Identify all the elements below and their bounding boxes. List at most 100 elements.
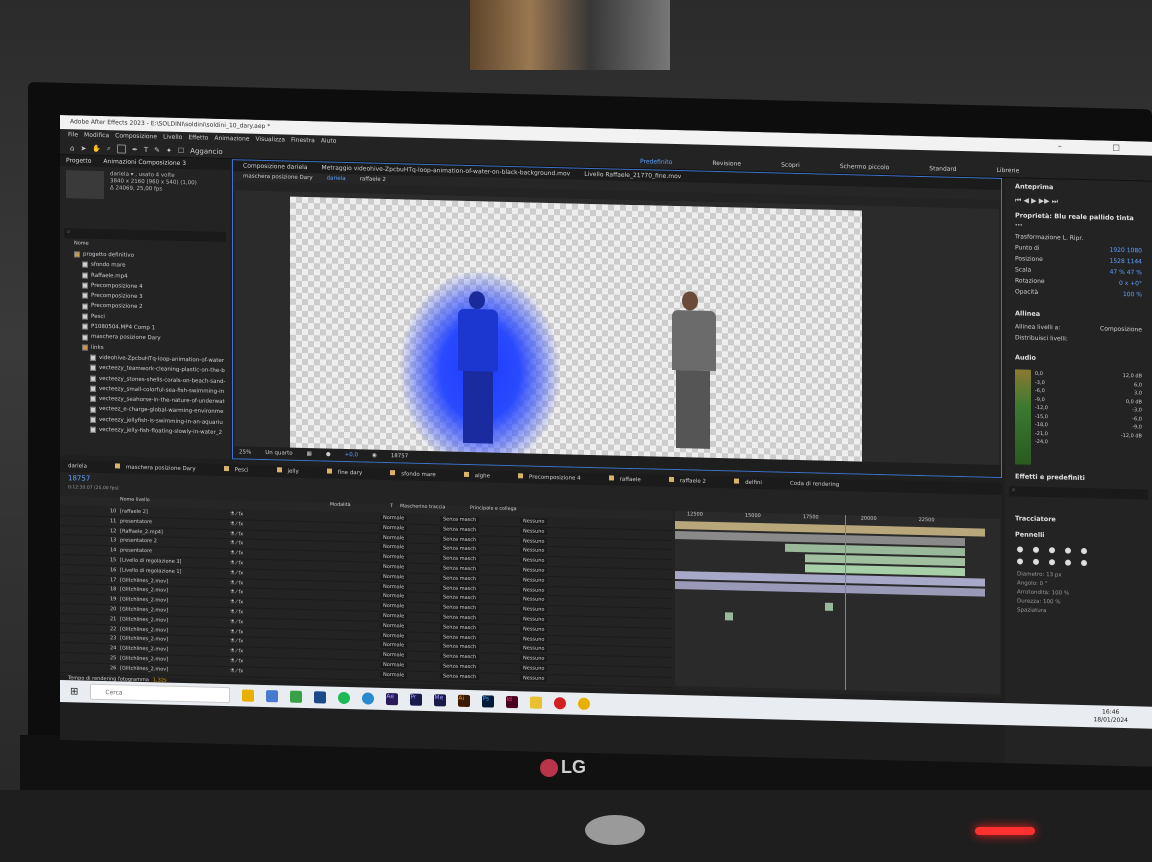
layer-mode-select[interactable]: Normale (380, 631, 440, 641)
layer-mode-select[interactable]: Normale (380, 592, 440, 602)
layer-mode-select[interactable]: Normale (380, 612, 440, 622)
breadcrumb-item[interactable]: dariela (327, 174, 346, 184)
menu-window[interactable]: Finestra (291, 135, 315, 148)
menu-edit[interactable]: Modifica (84, 130, 109, 143)
media-encoder-icon[interactable]: Me (434, 694, 447, 707)
track-bar[interactable] (825, 602, 833, 611)
timeline-tab[interactable]: raffaele (609, 473, 641, 486)
color-icon[interactable]: ● (326, 448, 331, 460)
opera-icon[interactable] (554, 697, 567, 710)
rotation-value[interactable]: 0 x +0° (1119, 280, 1142, 288)
track-matte-select[interactable]: Senza masch (440, 672, 520, 683)
chrome-icon[interactable] (242, 689, 255, 702)
spotify-icon[interactable] (338, 691, 351, 705)
timeline-tracks[interactable]: 12500 15000 17500 20000 22500 (675, 511, 1000, 694)
grid-icon[interactable]: ▦ (307, 448, 312, 460)
zoom-select[interactable]: 25% (239, 446, 251, 458)
snap-checkbox[interactable]: ☐ (178, 146, 184, 154)
anchor-value[interactable]: 1920 1080 (1110, 247, 1142, 255)
effects-search-input[interactable]: ⌕ (1009, 486, 1148, 500)
hand-tool-icon[interactable]: ✋ (92, 144, 101, 152)
workspace-review[interactable]: Revisione (712, 157, 741, 172)
menu-animation[interactable]: Animazione (214, 133, 249, 146)
layer-mode-select[interactable]: Normale (380, 563, 440, 573)
menu-layer[interactable]: Livello (163, 132, 182, 144)
current-time-indicator[interactable] (845, 515, 846, 691)
indesign-icon[interactable]: Id (506, 695, 519, 709)
timeline-tab[interactable]: Pesci (224, 464, 249, 477)
layer-mode-select[interactable]: Normale (380, 602, 440, 612)
store-icon[interactable] (314, 691, 327, 704)
layer-mode-select[interactable]: Normale (380, 671, 440, 681)
selection-tool-icon[interactable]: ➤ (80, 144, 86, 152)
illustrator-icon[interactable]: Ai (458, 694, 471, 708)
premiere-icon[interactable]: Pr (410, 693, 423, 706)
workspace-learn[interactable]: Scopri (781, 159, 800, 173)
menu-view[interactable]: Visualizza (255, 134, 285, 147)
timeline-tab[interactable]: dariela (68, 460, 87, 472)
menu-file[interactable]: File (68, 129, 78, 141)
parent-select[interactable]: Nessuno (520, 674, 640, 686)
layer-mode-select[interactable]: Normale (380, 514, 440, 524)
align-target-select[interactable]: Composizione (1100, 325, 1142, 333)
timeline-tab[interactable]: sfondo mare (390, 468, 436, 481)
timeline-tab[interactable]: Precomposizione 4 (518, 471, 581, 485)
timeline-tab[interactable]: delfini (734, 476, 762, 489)
opacity-value[interactable]: 100 % (1123, 291, 1142, 298)
tab-project[interactable]: Progetto (66, 155, 91, 167)
layer-mode-select[interactable]: Normale (380, 533, 440, 543)
timeline-tab[interactable]: jelly (277, 465, 299, 478)
menu-effect[interactable]: Effetto (188, 132, 208, 144)
workspace-default[interactable]: Predefinito (640, 155, 672, 170)
text-tool-icon[interactable]: T (144, 146, 148, 154)
layer-mode-select[interactable]: Normale (380, 553, 440, 563)
windows-start-icon[interactable]: ⊞ (70, 686, 78, 697)
after-effects-icon[interactable]: Ae (386, 692, 399, 706)
resolution-select[interactable]: Un quarto (265, 447, 292, 460)
zoom-tool-icon[interactable]: ⌕ (107, 144, 111, 153)
file-icon[interactable] (266, 690, 279, 703)
exposure-value[interactable]: +0,0 (345, 449, 358, 461)
home-icon[interactable]: ⌂ (70, 144, 74, 152)
timeline-tab[interactable]: Coda di rendering (790, 478, 839, 491)
layer-mode-select[interactable]: Normale (380, 524, 440, 534)
timeline-current-time[interactable]: 18757 0:12:30:07 (25,00 fps) (68, 474, 119, 491)
breadcrumb-item[interactable]: raffaele 2 (360, 174, 386, 185)
timeline-tab[interactable]: maschera posizione Dary (115, 461, 196, 475)
taskbar-clock[interactable]: 16:46 18/01/2024 (1093, 708, 1128, 725)
menu-help[interactable]: Aiuto (321, 135, 337, 147)
chrome-icon[interactable] (578, 697, 591, 710)
tab-layer[interactable]: Livello Raffaele_21770_fine.mov (584, 169, 681, 182)
timeline-tab[interactable]: alghe (464, 470, 490, 483)
pin-tool-icon[interactable]: ✦ (166, 146, 172, 154)
brush-presets[interactable] (1005, 542, 1152, 572)
layer-mode-select[interactable]: Normale (380, 582, 440, 592)
taskbar-search-input[interactable]: Cerca (90, 683, 231, 704)
photoshop-icon[interactable]: Ps (482, 695, 495, 708)
menu-composition[interactable]: Composizione (115, 130, 157, 143)
layer-mode-select[interactable]: Normale (380, 573, 440, 583)
window-controls[interactable]: – □ (1058, 139, 1144, 155)
track-bar[interactable] (725, 612, 733, 621)
workspace-small-screen[interactable]: Schermo piccolo (840, 160, 889, 175)
sheet-icon[interactable] (290, 690, 303, 703)
brush-tool-icon[interactable]: ✎ (154, 146, 160, 154)
scale-value[interactable]: 47 % 47 % (1110, 269, 1142, 277)
folder-icon[interactable] (530, 696, 543, 709)
layer-mode-select[interactable]: Normale (380, 651, 440, 661)
timeline-tab[interactable]: fine dary (327, 467, 362, 480)
breadcrumb-item[interactable]: maschera posizione Dary (243, 171, 313, 183)
timeline-tab[interactable]: raffaele 2 (669, 475, 706, 488)
layer-mode-select[interactable]: Normale (380, 622, 440, 632)
workspace-libraries[interactable]: Librerie (997, 164, 1020, 179)
layer-mode-select[interactable]: Normale (380, 661, 440, 671)
edge-icon[interactable] (362, 692, 375, 705)
position-value[interactable]: 1528 1144 (1110, 258, 1142, 266)
rectangle-tool-icon[interactable] (116, 144, 126, 154)
workspace-standard[interactable]: Standard (929, 162, 956, 177)
pen-tool-icon[interactable]: ✒ (132, 145, 138, 153)
current-time[interactable]: 18757 (391, 450, 409, 462)
comp-viewer[interactable] (235, 190, 999, 467)
camera-icon[interactable]: ◉ (372, 450, 377, 462)
layer-name[interactable]: [Glitchlines_2.mov] (120, 664, 230, 675)
